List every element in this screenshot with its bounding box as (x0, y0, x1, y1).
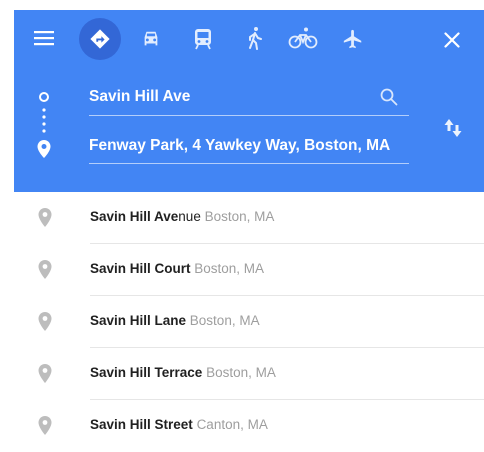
route-dots-icon (42, 107, 46, 137)
suggestion-match: Savin Hill Street (90, 417, 193, 432)
suggestion-locality: Boston, MA (194, 261, 265, 276)
suggestion-label: Savin Hill Court Boston, MA (90, 261, 264, 276)
car-icon[interactable] (140, 29, 162, 49)
suggestion-item[interactable]: Savin Hill Terrace Boston, MA (14, 348, 484, 400)
destination-marker-icon (37, 140, 51, 158)
place-icon (38, 208, 52, 227)
suggestion-match: Savin Hill Lane (90, 313, 187, 328)
transit-icon[interactable] (193, 28, 213, 50)
destination-underline (89, 163, 409, 164)
suggestion-match: Savin Hill Ave (90, 209, 179, 224)
suggestion-rest: nue (178, 209, 201, 224)
suggestion-label: Savin Hill Avenue Boston, MA (90, 209, 274, 224)
origin-input[interactable]: Savin Hill Ave (89, 88, 409, 106)
origin-underline (89, 115, 409, 116)
suggestion-item[interactable]: Savin Hill Avenue Boston, MA (14, 192, 484, 244)
suggestion-match: Savin Hill Court (90, 261, 191, 276)
close-icon[interactable] (444, 32, 460, 48)
suggestion-label: Savin Hill Lane Boston, MA (90, 313, 260, 328)
mode-best-button[interactable] (79, 18, 121, 60)
directions-icon (89, 28, 111, 50)
destination-input[interactable]: Fenway Park, 4 Yawkey Way, Boston, MA (89, 137, 409, 155)
walk-icon[interactable] (246, 26, 264, 50)
suggestion-item[interactable]: Savin Hill Street Canton, MA (14, 400, 484, 452)
suggestion-locality: Canton, MA (196, 417, 268, 432)
suggestion-label: Savin Hill Street Canton, MA (90, 417, 268, 432)
origin-marker-icon (38, 91, 50, 103)
search-icon[interactable] (380, 88, 398, 106)
directions-header: Savin Hill Ave Fenway Park, 4 Yawkey Way… (14, 10, 484, 192)
swap-icon[interactable] (444, 118, 462, 138)
flight-icon[interactable] (341, 28, 365, 50)
menu-icon[interactable] (34, 30, 54, 46)
bicycle-icon[interactable] (288, 27, 318, 49)
place-icon (38, 416, 52, 435)
place-icon (38, 260, 52, 279)
place-icon (38, 312, 52, 331)
suggestion-match: Savin Hill Terrace (90, 365, 203, 380)
suggestion-item[interactable]: Savin Hill Court Boston, MA (14, 244, 484, 296)
place-icon (38, 364, 52, 383)
suggestion-locality: Boston, MA (189, 313, 260, 328)
suggestion-label: Savin Hill Terrace Boston, MA (90, 365, 276, 380)
suggestion-item[interactable]: Savin Hill Lane Boston, MA (14, 296, 484, 348)
suggestion-locality: Boston, MA (206, 365, 276, 380)
suggestion-locality: Boston, MA (204, 209, 275, 224)
